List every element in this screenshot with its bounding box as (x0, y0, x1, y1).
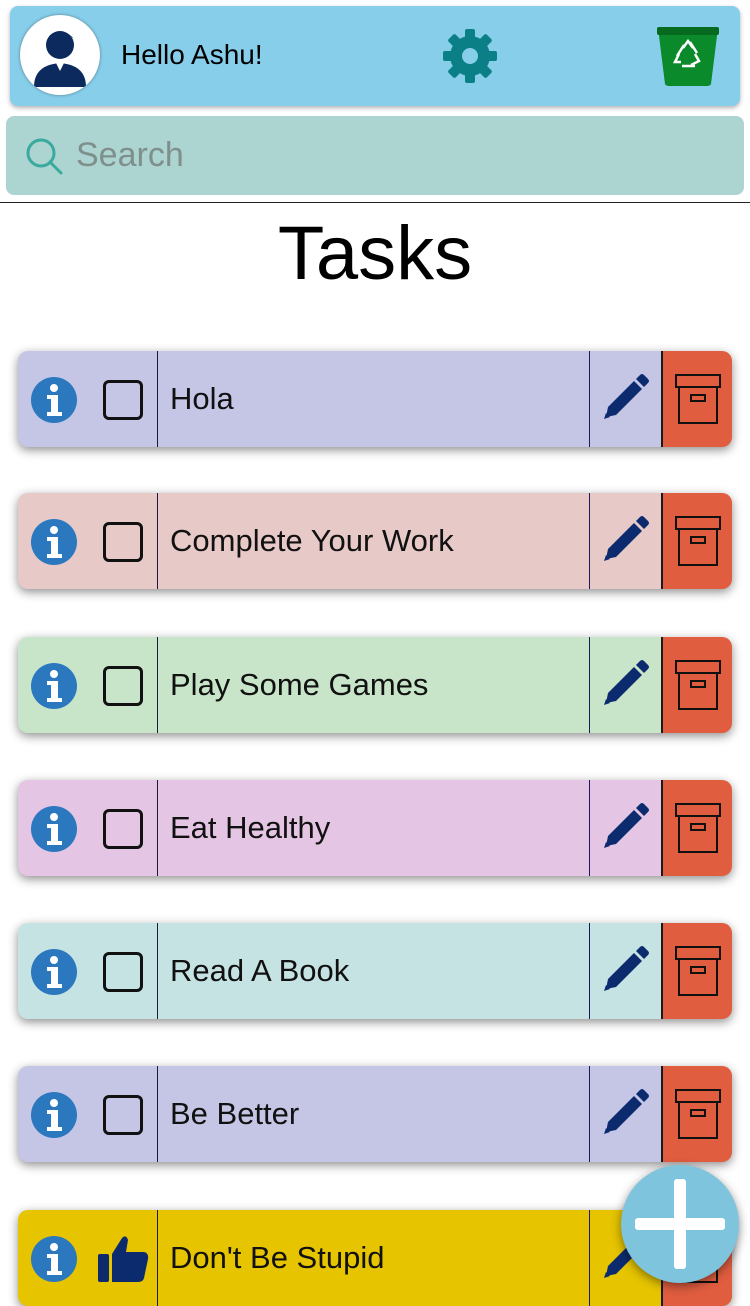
task-row[interactable]: Complete Your Work (18, 493, 732, 589)
row-separator (157, 637, 158, 733)
row-separator (589, 1066, 590, 1162)
task-label[interactable]: Don't Be Stupid (170, 1240, 384, 1276)
user-avatar-icon[interactable] (20, 15, 100, 95)
row-separator (589, 351, 590, 447)
task-label[interactable]: Read A Book (170, 953, 349, 989)
row-separator (157, 923, 158, 1019)
pencil-icon[interactable] (598, 945, 650, 997)
gear-icon[interactable] (440, 26, 500, 86)
pencil-icon[interactable] (598, 1088, 650, 1140)
page-title: Tasks (277, 211, 473, 296)
info-icon[interactable] (30, 376, 78, 424)
task-checkbox[interactable] (103, 1095, 143, 1135)
task-checkbox[interactable] (103, 522, 143, 562)
task-label[interactable]: Hola (170, 381, 234, 417)
task-row[interactable]: Play Some Games (18, 637, 732, 733)
info-icon[interactable] (30, 1091, 78, 1139)
row-separator (157, 493, 158, 589)
archive-box-icon (675, 516, 721, 566)
search-icon (24, 136, 64, 176)
task-label[interactable]: Play Some Games (170, 667, 428, 703)
row-separator (157, 1210, 158, 1306)
row-separator (589, 493, 590, 589)
plus-icon (635, 1179, 725, 1269)
task-row[interactable]: Be Better (18, 1066, 732, 1162)
thumbs-up-icon[interactable] (96, 1232, 150, 1284)
info-icon[interactable] (30, 805, 78, 853)
pencil-icon[interactable] (598, 515, 650, 567)
archive-box-icon (675, 1089, 721, 1139)
task-label[interactable]: Complete Your Work (170, 523, 454, 559)
row-separator (589, 780, 590, 876)
task-row[interactable]: Read A Book (18, 923, 732, 1019)
task-row[interactable]: Eat Healthy (18, 780, 732, 876)
archive-button[interactable] (661, 351, 732, 447)
recycle-bin-icon[interactable] (655, 24, 721, 88)
row-separator (589, 923, 590, 1019)
info-icon[interactable] (30, 1235, 78, 1283)
archive-button[interactable] (661, 637, 732, 733)
row-separator (157, 780, 158, 876)
archive-box-icon (675, 660, 721, 710)
archive-box-icon (675, 803, 721, 853)
archive-button[interactable] (661, 1066, 732, 1162)
row-separator (589, 1210, 590, 1306)
info-icon[interactable] (30, 948, 78, 996)
task-checkbox[interactable] (103, 666, 143, 706)
archive-button[interactable] (661, 780, 732, 876)
task-row[interactable]: Hola (18, 351, 732, 447)
greeting-text: Hello Ashu! (121, 39, 263, 70)
search-bar (6, 116, 744, 195)
archive-box-icon (675, 374, 721, 424)
archive-button[interactable] (661, 493, 732, 589)
task-checkbox[interactable] (103, 952, 143, 992)
archive-box-icon (675, 946, 721, 996)
pencil-icon[interactable] (598, 659, 650, 711)
row-separator (157, 1066, 158, 1162)
divider (0, 202, 750, 203)
pencil-icon[interactable] (598, 373, 650, 425)
task-label[interactable]: Be Better (170, 1096, 299, 1132)
header-bar: Hello Ashu! (10, 6, 740, 106)
search-input[interactable] (76, 116, 716, 195)
task-checkbox[interactable] (103, 809, 143, 849)
task-label[interactable]: Eat Healthy (170, 810, 330, 846)
archive-button[interactable] (661, 923, 732, 1019)
row-separator (157, 351, 158, 447)
add-task-button[interactable] (621, 1165, 739, 1283)
task-checkbox[interactable] (103, 380, 143, 420)
row-separator (589, 637, 590, 733)
info-icon[interactable] (30, 518, 78, 566)
info-icon[interactable] (30, 662, 78, 710)
pencil-icon[interactable] (598, 802, 650, 854)
